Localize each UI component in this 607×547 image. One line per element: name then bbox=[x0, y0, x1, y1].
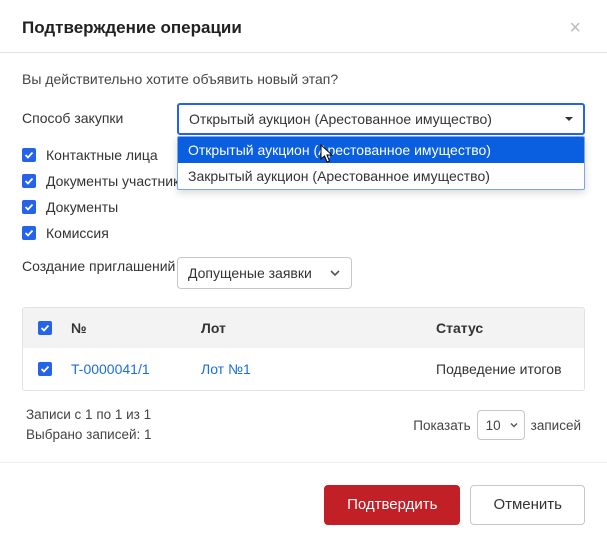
close-icon[interactable]: × bbox=[565, 18, 585, 38]
row-checkbox[interactable] bbox=[38, 362, 52, 376]
confirm-modal: Подтверждение операции × Вы действительн… bbox=[0, 0, 607, 547]
method-row: Способ закупки Открытый аукцион (Арестов… bbox=[22, 103, 585, 135]
docs-row: Документы bbox=[22, 199, 585, 215]
invite-control: Допущеные заявки bbox=[177, 257, 585, 289]
docs-participant-checkbox[interactable] bbox=[22, 174, 36, 188]
method-dropdown: Открытый аукцион (Арестованное имущество… bbox=[177, 136, 585, 190]
invite-row: Создание приглашений Допущеные заявки bbox=[22, 257, 585, 289]
cancel-button[interactable]: Отменить bbox=[470, 485, 585, 525]
commission-row: Комиссия bbox=[22, 225, 585, 241]
per-page-value: 10 bbox=[486, 418, 501, 433]
select-all-checkbox[interactable] bbox=[38, 321, 52, 335]
header-num[interactable]: № bbox=[67, 320, 197, 336]
show-label: Показать bbox=[413, 418, 470, 433]
invite-select-value: Допущеные заявки bbox=[188, 265, 312, 281]
records-range: Записи с 1 по 1 из 1 bbox=[26, 405, 152, 425]
row-check-cell bbox=[23, 362, 67, 376]
chevron-down-icon bbox=[563, 113, 575, 125]
method-label: Способ закупки bbox=[22, 103, 177, 126]
modal-title: Подтверждение операции bbox=[22, 18, 242, 38]
modal-body: Вы действительно хотите объявить новый э… bbox=[0, 53, 607, 462]
records-selected: Выбрано записей: 1 bbox=[26, 425, 152, 445]
method-select-value: Открытый аукцион (Арестованное имущество… bbox=[189, 111, 492, 127]
row-status: Подведение итогов bbox=[436, 361, 584, 377]
grid-header: № Лот Статус bbox=[23, 308, 584, 348]
invite-label: Создание приглашений bbox=[22, 257, 177, 277]
header-lot[interactable]: Лот bbox=[197, 320, 436, 336]
chevron-down-icon bbox=[509, 420, 519, 430]
docs-participant-label: Документы участника bbox=[46, 173, 187, 189]
row-num-link[interactable]: T-0000041/1 bbox=[67, 361, 197, 377]
paging-controls: Показать 10 записей bbox=[413, 410, 581, 440]
header-status[interactable]: Статус bbox=[436, 320, 584, 336]
row-lot-link[interactable]: Лот №1 bbox=[197, 361, 436, 377]
chevron-down-icon bbox=[329, 267, 341, 279]
contacts-checkbox[interactable] bbox=[22, 148, 36, 162]
method-control: Открытый аукцион (Арестованное имущество… bbox=[177, 103, 585, 135]
method-option-open[interactable]: Открытый аукцион (Арестованное имущество… bbox=[178, 137, 584, 163]
confirm-button[interactable]: Подтвердить bbox=[324, 485, 460, 525]
docs-label: Документы bbox=[46, 199, 118, 215]
table-row: T-0000041/1 Лот №1 Подведение итогов bbox=[23, 348, 584, 390]
commission-checkbox[interactable] bbox=[22, 226, 36, 240]
method-option-closed[interactable]: Закрытый аукцион (Арестованное имущество… bbox=[178, 163, 584, 189]
contacts-label: Контактные лица bbox=[46, 147, 158, 163]
paging-info: Записи с 1 по 1 из 1 Выбрано записей: 1 bbox=[26, 405, 152, 446]
grid: № Лот Статус T-0000041/1 Лот №1 Подведен… bbox=[22, 307, 585, 391]
confirm-prompt: Вы действительно хотите объявить новый э… bbox=[22, 71, 585, 87]
header-check-cell bbox=[23, 321, 67, 335]
per-page-select[interactable]: 10 bbox=[477, 410, 525, 440]
modal-header: Подтверждение операции × bbox=[0, 0, 607, 53]
invite-select[interactable]: Допущеные заявки bbox=[177, 257, 352, 289]
docs-checkbox[interactable] bbox=[22, 200, 36, 214]
entries-label: записей bbox=[531, 418, 581, 433]
paging: Записи с 1 по 1 из 1 Выбрано записей: 1 … bbox=[22, 391, 585, 452]
method-select[interactable]: Открытый аукцион (Арестованное имущество… bbox=[177, 103, 585, 135]
commission-label: Комиссия bbox=[46, 225, 109, 241]
modal-footer: Подтвердить Отменить bbox=[0, 462, 607, 547]
